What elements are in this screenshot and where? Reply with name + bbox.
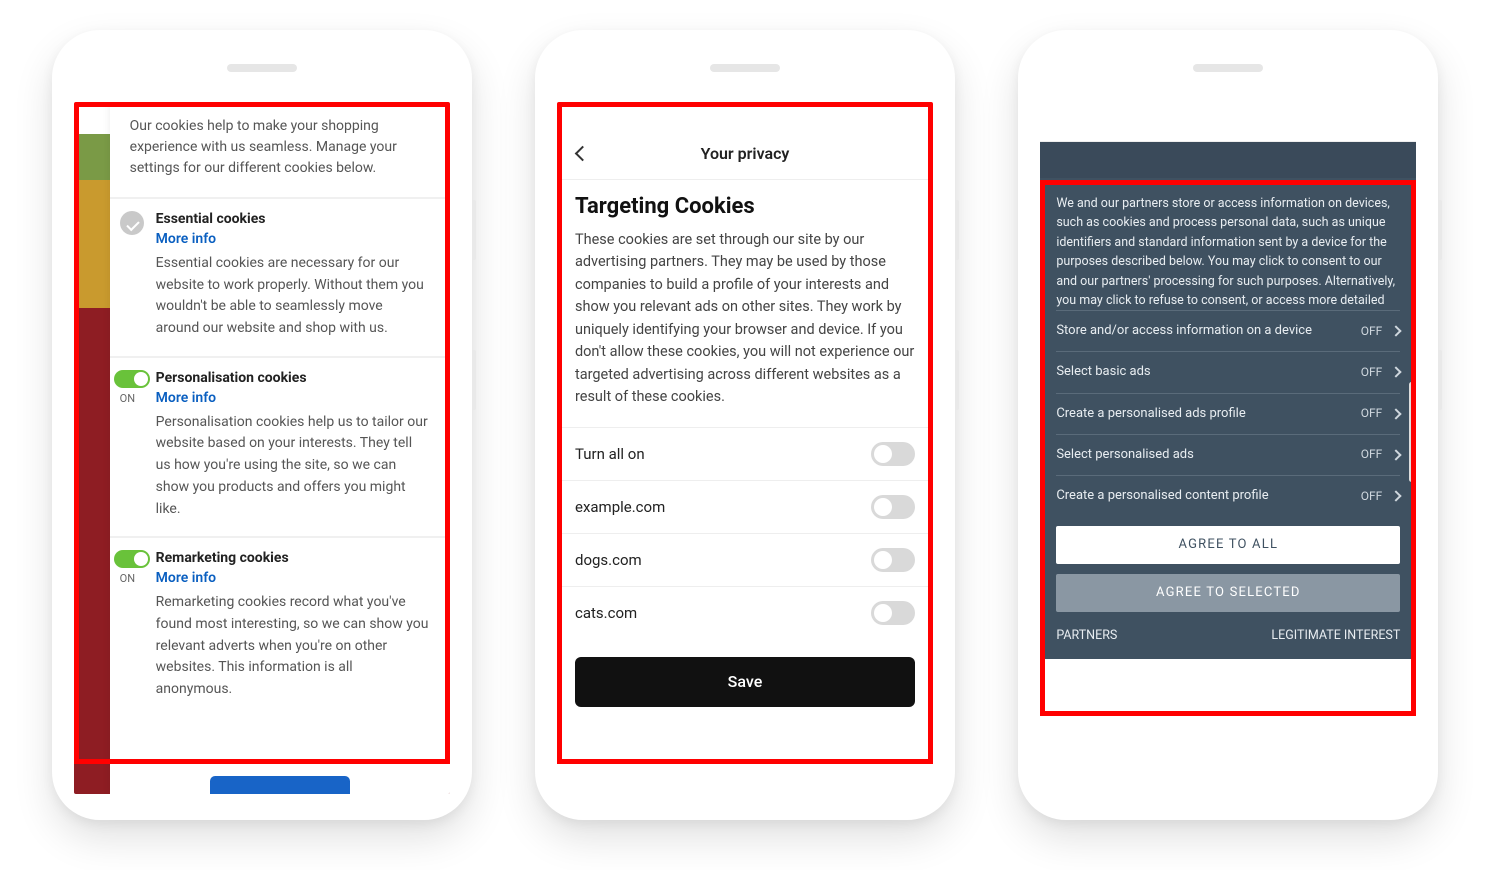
consent-panel: We and our partners store or access info…: [1040, 178, 1416, 659]
toggle-switch[interactable]: [114, 550, 150, 568]
section-body: Essential cookies are necessary for our …: [156, 253, 430, 340]
row-state: OFF: [1361, 363, 1383, 382]
page-title: Targeting Cookies: [557, 180, 933, 229]
section-title: Essential cookies: [156, 211, 430, 227]
save-button-label: Save: [728, 672, 763, 691]
turn-all-on-row: Turn all on: [557, 427, 933, 480]
chevron-right-icon: [1391, 449, 1402, 460]
toggle-switch[interactable]: [871, 601, 915, 625]
back-icon[interactable]: [571, 144, 591, 164]
section-body: Personalisation cookies help us to tailo…: [156, 412, 430, 520]
privacy-header: Your privacy: [557, 128, 933, 180]
purpose-row[interactable]: Select basic ads OFF: [1056, 351, 1400, 392]
row-label: Select personalised ads: [1056, 445, 1194, 465]
row-state: OFF: [1361, 322, 1383, 341]
vendor-row: example.com: [557, 480, 933, 533]
row-label: Create a personalised ads profile: [1056, 404, 1245, 424]
chevron-right-icon: [1391, 367, 1402, 378]
app-bar: [1040, 142, 1416, 178]
consent-footer: PARTNERS LEGITIMATE INTEREST: [1056, 612, 1400, 645]
row-state: OFF: [1361, 404, 1383, 423]
phone-mockup-3: We and our partners store or access info…: [1018, 30, 1438, 820]
more-info-link[interactable]: More info: [156, 390, 216, 406]
status-bar: [557, 102, 933, 128]
toggle-switch[interactable]: [871, 495, 915, 519]
check-icon: [120, 211, 144, 235]
section-title: Personalisation cookies: [156, 370, 430, 386]
vendor-row: dogs.com: [557, 533, 933, 586]
page-description: These cookies are set through our site b…: [557, 229, 933, 427]
personalisation-cookies-section: ON Personalisation cookies More info Per…: [110, 356, 450, 536]
button-label: AGREE TO SELECTED: [1156, 583, 1301, 603]
button-label: AGREE TO ALL: [1178, 535, 1278, 555]
phone-side-button: [955, 200, 959, 260]
essential-cookies-section: Essential cookies More info Essential co…: [110, 197, 450, 356]
vendor-row: cats.com: [557, 586, 933, 639]
purpose-row[interactable]: Store and/or access information on a dev…: [1056, 310, 1400, 351]
purpose-row[interactable]: Select personalised ads OFF: [1056, 434, 1400, 475]
row-label: Store and/or access information on a dev…: [1056, 321, 1312, 341]
save-button[interactable]: Save: [575, 657, 915, 707]
cookie-settings-panel: Our cookies help to make your shopping e…: [110, 102, 450, 794]
header-title: Your privacy: [701, 144, 790, 163]
phone-side-button: [472, 350, 476, 410]
chevron-right-icon: [1391, 408, 1402, 419]
phone-speaker: [1193, 64, 1263, 72]
scrollbar[interactable]: [1409, 382, 1414, 482]
phone-side-button: [1438, 350, 1442, 410]
row-label: example.com: [575, 498, 665, 516]
purpose-row[interactable]: Create a personalised content profile OF…: [1056, 475, 1400, 516]
save-button[interactable]: [210, 776, 350, 794]
remarketing-cookies-section: ON Remarketing cookies More info Remarke…: [110, 536, 450, 716]
row-label: Create a personalised content profile: [1056, 486, 1268, 506]
agree-to-selected-button[interactable]: AGREE TO SELECTED: [1056, 574, 1400, 612]
toggle-switch[interactable]: [871, 442, 915, 466]
section-body: Remarketing cookies record what you've f…: [156, 592, 430, 700]
phone-speaker: [710, 64, 780, 72]
chevron-right-icon: [1391, 490, 1402, 501]
phone-screen: Our cookies help to make your shopping e…: [74, 102, 450, 794]
phone-speaker: [227, 64, 297, 72]
agree-to-all-button[interactable]: AGREE TO ALL: [1056, 526, 1400, 564]
toggle-switch[interactable]: [114, 370, 150, 388]
chevron-right-icon: [1391, 326, 1402, 337]
toggle-switch[interactable]: [871, 548, 915, 572]
phone-mockup-1: Our cookies help to make your shopping e…: [52, 30, 472, 820]
purpose-row[interactable]: Create a personalised ads profile OFF: [1056, 393, 1400, 434]
phone-side-button: [1438, 200, 1442, 260]
row-label: Turn all on: [575, 445, 645, 463]
phone-screen: Your privacy Targeting Cookies These coo…: [557, 102, 933, 794]
toggle-state-label: ON: [120, 572, 135, 585]
more-info-link[interactable]: More info: [156, 231, 216, 247]
status-bar: [1040, 102, 1416, 142]
cookie-intro-text: Our cookies help to make your shopping e…: [110, 102, 450, 197]
phone-side-button: [472, 200, 476, 260]
row-label: Select basic ads: [1056, 362, 1150, 382]
row-label: cats.com: [575, 604, 637, 622]
legitimate-interest-link[interactable]: LEGITIMATE INTEREST: [1271, 626, 1400, 645]
row-state: OFF: [1361, 487, 1383, 506]
row-state: OFF: [1361, 445, 1383, 464]
phone-screen: We and our partners store or access info…: [1040, 102, 1416, 794]
consent-intro-text: We and our partners store or access info…: [1056, 194, 1400, 310]
phone-mockup-2: Your privacy Targeting Cookies These coo…: [535, 30, 955, 820]
more-info-link[interactable]: More info: [156, 570, 216, 586]
toggle-state-label: ON: [120, 392, 135, 405]
partners-link[interactable]: PARTNERS: [1056, 626, 1117, 645]
phone-side-button: [955, 350, 959, 410]
section-title: Remarketing cookies: [156, 550, 430, 566]
row-label: dogs.com: [575, 551, 642, 569]
